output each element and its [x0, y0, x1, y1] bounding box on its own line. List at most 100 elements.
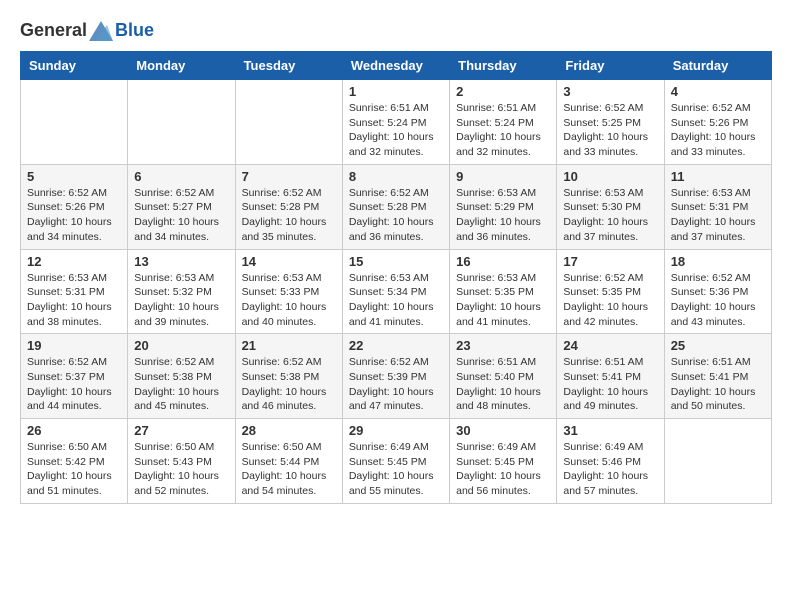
weekday-header-sunday: Sunday — [21, 52, 128, 80]
day-number: 28 — [242, 423, 336, 438]
day-info: Sunrise: 6:51 AM Sunset: 5:41 PM Dayligh… — [671, 355, 765, 414]
calendar-cell: 22Sunrise: 6:52 AM Sunset: 5:39 PM Dayli… — [342, 334, 449, 419]
day-info: Sunrise: 6:53 AM Sunset: 5:31 PM Dayligh… — [671, 186, 765, 245]
weekday-header-saturday: Saturday — [664, 52, 771, 80]
calendar-cell: 2 Sunrise: 6:51 AM Sunset: 5:24 PM Daylig… — [450, 80, 557, 165]
day-info: Sunrise: 6:53 AM Sunset: 5:33 PM Dayligh… — [242, 271, 336, 330]
day-info: Sunrise: 6:52 AM Sunset: 5:39 PM Dayligh… — [349, 355, 443, 414]
calendar-cell: 26 Sunrise: 6:50 AM Sunset: 5:42 PM Dayli… — [21, 419, 128, 504]
calendar-cell: 8Sunrise: 6:52 AM Sunset: 5:28 PM Daylig… — [342, 164, 449, 249]
day-number: 9 — [456, 169, 550, 184]
day-info: Sunrise: 6:50 AM Sunset: 5:44 PM Dayligh… — [242, 440, 336, 499]
day-info: Sunrise: 6:51 AM Sunset: 5:40 PM Dayligh… — [456, 355, 550, 414]
day-info: Sunrise: 6:51 AM Sunset: 5:24 PM Dayligh… — [456, 101, 550, 160]
day-info: Sunrise: 6:52 AM Sunset: 5:28 PM Dayligh… — [349, 186, 443, 245]
day-number: 3 — [563, 84, 657, 99]
calendar-week-row: 26 Sunrise: 6:50 AM Sunset: 5:42 PM Dayli… — [21, 419, 772, 504]
calendar-week-row: 12 Sunrise: 6:53 AM Sunset: 5:31 PM Dayli… — [21, 249, 772, 334]
day-info: Sunrise: 6:49 AM Sunset: 5:45 PM Dayligh… — [349, 440, 443, 499]
calendar-cell: 12 Sunrise: 6:53 AM Sunset: 5:31 PM Dayli… — [21, 249, 128, 334]
calendar-cell: 16 Sunrise: 6:53 AM Sunset: 5:35 PM Dayli… — [450, 249, 557, 334]
calendar-week-row: 5 Sunrise: 6:52 AM Sunset: 5:26 PM Daylig… — [21, 164, 772, 249]
day-info: Sunrise: 6:52 AM Sunset: 5:25 PM Dayligh… — [563, 101, 657, 160]
day-number: 29 — [349, 423, 443, 438]
calendar-cell: 27 Sunrise: 6:50 AM Sunset: 5:43 PM Dayli… — [128, 419, 235, 504]
day-info: Sunrise: 6:50 AM Sunset: 5:42 PM Dayligh… — [27, 440, 121, 499]
day-info: Sunrise: 6:52 AM Sunset: 5:37 PM Dayligh… — [27, 355, 121, 414]
calendar-cell: 20Sunrise: 6:52 AM Sunset: 5:38 PM Dayli… — [128, 334, 235, 419]
day-number: 11 — [671, 169, 765, 184]
calendar-cell: 29 Sunrise: 6:49 AM Sunset: 5:45 PM Dayli… — [342, 419, 449, 504]
day-info: Sunrise: 6:52 AM Sunset: 5:38 PM Dayligh… — [242, 355, 336, 414]
day-number: 16 — [456, 254, 550, 269]
day-info: Sunrise: 6:52 AM Sunset: 5:26 PM Dayligh… — [27, 186, 121, 245]
logo-icon — [89, 21, 113, 41]
day-number: 27 — [134, 423, 228, 438]
weekday-header-friday: Friday — [557, 52, 664, 80]
day-number: 23 — [456, 338, 550, 353]
day-number: 21 — [242, 338, 336, 353]
day-number: 26 — [27, 423, 121, 438]
logo: General Blue — [20, 20, 154, 41]
calendar-cell — [21, 80, 128, 165]
day-info: Sunrise: 6:49 AM Sunset: 5:46 PM Dayligh… — [563, 440, 657, 499]
day-number: 14 — [242, 254, 336, 269]
calendar-cell: 5 Sunrise: 6:52 AM Sunset: 5:26 PM Daylig… — [21, 164, 128, 249]
calendar-cell: 25 Sunrise: 6:51 AM Sunset: 5:41 PM Dayli… — [664, 334, 771, 419]
logo-blue: Blue — [115, 20, 154, 41]
day-info: Sunrise: 6:53 AM Sunset: 5:35 PM Dayligh… — [456, 271, 550, 330]
calendar-cell: 21 Sunrise: 6:52 AM Sunset: 5:38 PM Dayli… — [235, 334, 342, 419]
day-info: Sunrise: 6:52 AM Sunset: 5:27 PM Dayligh… — [134, 186, 228, 245]
day-info: Sunrise: 6:53 AM Sunset: 5:32 PM Dayligh… — [134, 271, 228, 330]
day-info: Sunrise: 6:53 AM Sunset: 5:29 PM Dayligh… — [456, 186, 550, 245]
calendar-cell: 10Sunrise: 6:53 AM Sunset: 5:30 PM Dayli… — [557, 164, 664, 249]
weekday-header-tuesday: Tuesday — [235, 52, 342, 80]
calendar-week-row: 1 Sunrise: 6:51 AM Sunset: 5:24 PM Daylig… — [21, 80, 772, 165]
page-header: General Blue — [20, 20, 772, 41]
weekday-header-monday: Monday — [128, 52, 235, 80]
calendar-cell: 19 Sunrise: 6:52 AM Sunset: 5:37 PM Dayli… — [21, 334, 128, 419]
day-number: 24 — [563, 338, 657, 353]
day-number: 17 — [563, 254, 657, 269]
calendar-cell: 28 Sunrise: 6:50 AM Sunset: 5:44 PM Dayli… — [235, 419, 342, 504]
day-number: 1 — [349, 84, 443, 99]
calendar-cell — [235, 80, 342, 165]
day-info: Sunrise: 6:52 AM Sunset: 5:38 PM Dayligh… — [134, 355, 228, 414]
logo-general: General — [20, 20, 87, 41]
day-info: Sunrise: 6:53 AM Sunset: 5:34 PM Dayligh… — [349, 271, 443, 330]
calendar-table: SundayMondayTuesdayWednesdayThursdayFrid… — [20, 51, 772, 504]
calendar-cell — [664, 419, 771, 504]
day-number: 25 — [671, 338, 765, 353]
calendar-cell: 30Sunrise: 6:49 AM Sunset: 5:45 PM Dayli… — [450, 419, 557, 504]
day-info: Sunrise: 6:52 AM Sunset: 5:36 PM Dayligh… — [671, 271, 765, 330]
calendar-cell: 17 Sunrise: 6:52 AM Sunset: 5:35 PM Dayli… — [557, 249, 664, 334]
day-number: 30 — [456, 423, 550, 438]
calendar-cell: 14 Sunrise: 6:53 AM Sunset: 5:33 PM Dayli… — [235, 249, 342, 334]
calendar-cell: 9 Sunrise: 6:53 AM Sunset: 5:29 PM Daylig… — [450, 164, 557, 249]
weekday-header-row: SundayMondayTuesdayWednesdayThursdayFrid… — [21, 52, 772, 80]
calendar-cell: 6Sunrise: 6:52 AM Sunset: 5:27 PM Daylig… — [128, 164, 235, 249]
weekday-header-thursday: Thursday — [450, 52, 557, 80]
day-number: 2 — [456, 84, 550, 99]
day-info: Sunrise: 6:53 AM Sunset: 5:31 PM Dayligh… — [27, 271, 121, 330]
calendar-cell: 24 Sunrise: 6:51 AM Sunset: 5:41 PM Dayli… — [557, 334, 664, 419]
calendar-cell — [128, 80, 235, 165]
day-info: Sunrise: 6:52 AM Sunset: 5:26 PM Dayligh… — [671, 101, 765, 160]
day-info: Sunrise: 6:51 AM Sunset: 5:24 PM Dayligh… — [349, 101, 443, 160]
day-number: 19 — [27, 338, 121, 353]
calendar-cell: 7Sunrise: 6:52 AM Sunset: 5:28 PM Daylig… — [235, 164, 342, 249]
calendar-cell: 11 Sunrise: 6:53 AM Sunset: 5:31 PM Dayli… — [664, 164, 771, 249]
day-info: Sunrise: 6:52 AM Sunset: 5:35 PM Dayligh… — [563, 271, 657, 330]
day-info: Sunrise: 6:50 AM Sunset: 5:43 PM Dayligh… — [134, 440, 228, 499]
day-info: Sunrise: 6:53 AM Sunset: 5:30 PM Dayligh… — [563, 186, 657, 245]
day-number: 12 — [27, 254, 121, 269]
day-number: 7 — [242, 169, 336, 184]
calendar-cell: 31 Sunrise: 6:49 AM Sunset: 5:46 PM Dayli… — [557, 419, 664, 504]
calendar-cell: 15Sunrise: 6:53 AM Sunset: 5:34 PM Dayli… — [342, 249, 449, 334]
calendar-cell: 13Sunrise: 6:53 AM Sunset: 5:32 PM Dayli… — [128, 249, 235, 334]
weekday-header-wednesday: Wednesday — [342, 52, 449, 80]
day-number: 18 — [671, 254, 765, 269]
day-info: Sunrise: 6:51 AM Sunset: 5:41 PM Dayligh… — [563, 355, 657, 414]
day-number: 5 — [27, 169, 121, 184]
day-number: 31 — [563, 423, 657, 438]
